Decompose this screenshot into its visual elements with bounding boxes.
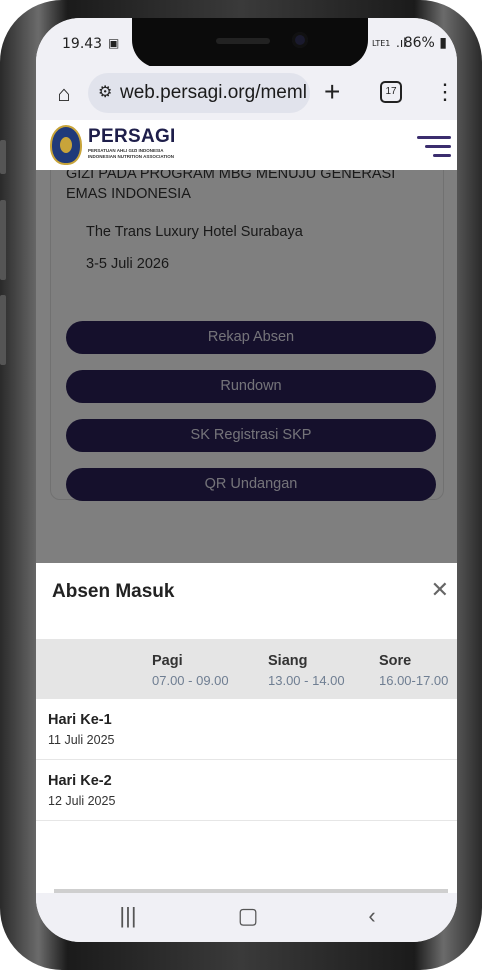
site-header: PERSAGI PERSATUAN AHLI GIZI INDONESIA IN…: [36, 120, 457, 171]
modal-title: Absen Masuk: [52, 581, 175, 602]
front-camera: [292, 32, 308, 48]
close-icon[interactable]: ✕: [431, 577, 449, 603]
table-row: Hari Ke-1 11 Juli 2025: [36, 699, 457, 760]
home-icon[interactable]: ⌂: [50, 80, 78, 108]
power-button: [0, 295, 6, 365]
modal-backdrop[interactable]: [36, 170, 457, 581]
row-date: 11 Juli 2025: [48, 733, 115, 747]
volume-down-button: [0, 200, 6, 280]
table-row: Hari Ke-2 12 Juli 2025: [36, 760, 457, 821]
persagi-logo[interactable]: [50, 125, 82, 165]
new-tab-icon[interactable]: +: [324, 76, 340, 108]
browser-toolbar: ⌂ ⚙ web.persagi.org/meml + 17 ⋮: [36, 66, 457, 120]
battery-level: 86% ▮: [403, 35, 447, 51]
url-text[interactable]: web.persagi.org/meml: [120, 82, 307, 104]
address-bar[interactable]: ⚙ web.persagi.org/meml: [88, 73, 310, 113]
back-icon[interactable]: ‹: [352, 903, 392, 929]
network-label: LTE1: [372, 39, 391, 48]
row-date: 12 Juli 2025: [48, 794, 116, 808]
speaker-grille: [216, 38, 270, 44]
browser-menu-icon[interactable]: ⋮: [434, 78, 456, 106]
site-brand-subtitle: PERSATUAN AHLI GIZI INDONESIA INDONESIAN…: [88, 148, 175, 159]
status-time: 19.43: [62, 36, 103, 52]
row-day: Hari Ke-2: [48, 773, 112, 789]
status-bar: 19.43 ▣ LTE1 .ıl 86% ▮: [36, 18, 457, 68]
tab-switcher-button[interactable]: 17: [380, 81, 402, 103]
phone-screen: 19.43 ▣ LTE1 .ıl 86% ▮ ⌂ ⚙ web.persagi.o…: [36, 18, 457, 942]
absen-masuk-modal: Absen Masuk ✕ Pagi 07.00 - 09.00 Siang 1…: [36, 563, 457, 893]
recent-apps-icon[interactable]: |||: [108, 903, 148, 929]
column-siang: Siang 13.00 - 14.00: [268, 653, 345, 688]
column-sore: Sore 16.00-17.00: [379, 653, 449, 688]
hamburger-menu-icon[interactable]: [417, 136, 451, 163]
volume-up-button: [0, 140, 6, 174]
camera-notch: [132, 18, 368, 68]
notification-icon: ▣: [108, 36, 120, 50]
attendance-table-header: Pagi 07.00 - 09.00 Siang 13.00 - 14.00 S…: [36, 639, 457, 699]
android-nav-bar: ||| ▢ ‹: [36, 893, 457, 942]
site-brand: PERSAGI: [88, 126, 176, 147]
home-nav-icon[interactable]: ▢: [228, 903, 268, 929]
site-settings-icon[interactable]: ⚙: [98, 82, 112, 102]
column-pagi: Pagi 07.00 - 09.00: [152, 653, 229, 688]
row-day: Hari Ke-1: [48, 712, 112, 728]
